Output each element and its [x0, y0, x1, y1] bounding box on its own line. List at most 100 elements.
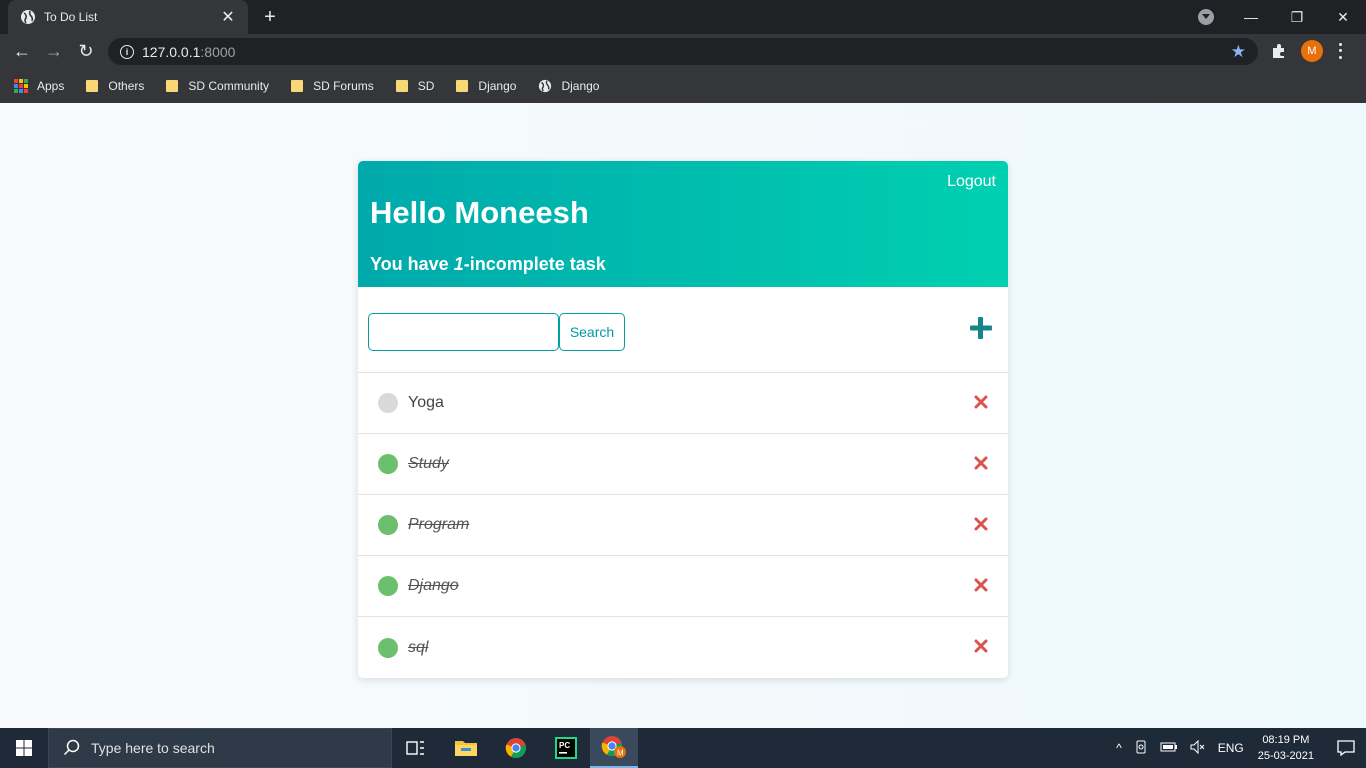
- incomplete-count: 1: [453, 254, 464, 274]
- bookmark-django-site[interactable]: Django: [538, 79, 599, 93]
- new-tab-button[interactable]: +: [258, 5, 282, 29]
- windows-taskbar: Type here to search PC M ^ ENG 08:19 PM …: [0, 728, 1366, 768]
- summary-suffix: -incomplete task: [463, 254, 606, 274]
- search-input[interactable]: [368, 313, 559, 351]
- window-controls: — ❐ ✕: [1228, 0, 1366, 34]
- clock[interactable]: 08:19 PM 25-03-2021: [1258, 732, 1314, 764]
- task-row[interactable]: sql: [358, 617, 1008, 678]
- clock-time: 08:19 PM: [1262, 734, 1310, 746]
- address-port: :8000: [200, 43, 236, 60]
- complete-status-dot[interactable]: [378, 454, 398, 474]
- search-row: Search: [358, 287, 1008, 373]
- globe-icon: [20, 9, 36, 25]
- back-arrow-icon[interactable]: ←: [10, 39, 34, 63]
- meet-now-icon[interactable]: [1134, 740, 1148, 757]
- system-tray: ^ ENG 08:19 PM 25-03-2021: [1110, 728, 1366, 768]
- bookmark-label: Django: [561, 78, 600, 93]
- bookmark-sd-community[interactable]: SD Community: [166, 79, 269, 93]
- browser-tab[interactable]: To Do List ✕: [8, 0, 248, 34]
- summary-prefix: You have: [370, 254, 454, 274]
- taskbar-search-placeholder: Type here to search: [91, 740, 215, 756]
- folder-icon: [395, 79, 408, 92]
- browser-toolbar: ← → ↻ i 127.0.0.1 :8000 ★ M: [0, 34, 1366, 68]
- bookmarks-bar: Apps Others SD Community SD Forums SD Dj…: [0, 68, 1366, 103]
- language-indicator[interactable]: ENG: [1218, 741, 1244, 755]
- minimize-icon[interactable]: —: [1228, 0, 1274, 34]
- volume-muted-icon[interactable]: [1190, 739, 1206, 757]
- site-info-icon[interactable]: i: [120, 44, 134, 59]
- profile-avatar[interactable]: M: [1301, 40, 1323, 62]
- restore-icon[interactable]: ❐: [1274, 0, 1320, 34]
- delete-x-icon[interactable]: [974, 395, 988, 409]
- address-bar[interactable]: i 127.0.0.1 :8000 ★: [108, 38, 1258, 65]
- bookmark-sd-forums[interactable]: SD Forums: [291, 79, 374, 93]
- bookmark-others[interactable]: Others: [86, 79, 144, 93]
- notification-icon[interactable]: [1326, 728, 1366, 768]
- task-row[interactable]: Yoga: [358, 373, 1008, 434]
- chevron-up-icon[interactable]: ^: [1116, 741, 1122, 755]
- task-title[interactable]: Program: [408, 516, 469, 534]
- extensions-puzzle-icon[interactable]: [1270, 42, 1288, 60]
- battery-icon[interactable]: [1160, 741, 1178, 756]
- bookmark-label: SD Forums: [313, 78, 374, 93]
- task-title[interactable]: Django: [408, 577, 459, 595]
- address-host: 127.0.0.1: [142, 43, 201, 60]
- browser-menu-icon[interactable]: [1337, 41, 1343, 61]
- chrome-profile-icon[interactable]: M: [590, 728, 638, 768]
- bookmark-label: SD: [417, 78, 435, 93]
- close-window-icon[interactable]: ✕: [1320, 0, 1366, 34]
- complete-status-dot[interactable]: [378, 637, 398, 658]
- tab-search-icon[interactable]: [1198, 9, 1214, 25]
- search-icon: [63, 739, 80, 756]
- apps-grid-icon: [14, 78, 28, 93]
- delete-x-icon[interactable]: [974, 517, 988, 531]
- search-button[interactable]: Search: [559, 313, 625, 351]
- folder-icon: [291, 79, 304, 92]
- task-title[interactable]: Study: [408, 455, 449, 473]
- task-view-icon[interactable]: [392, 728, 440, 768]
- task-row[interactable]: Study: [358, 434, 1008, 495]
- folder-icon: [86, 79, 99, 92]
- bookmark-django-folder[interactable]: Django: [456, 79, 516, 93]
- page-background: Logout Hello Moneesh You have 1-incomple…: [0, 103, 1366, 728]
- windows-start-icon[interactable]: [0, 728, 48, 768]
- greeting-heading: Hello Moneesh: [370, 195, 589, 230]
- taskbar-search-box[interactable]: Type here to search: [48, 728, 392, 768]
- delete-x-icon[interactable]: [974, 456, 988, 470]
- folder-icon: [456, 79, 469, 92]
- delete-x-icon[interactable]: [974, 578, 988, 592]
- bookmark-label: SD Community: [188, 78, 270, 93]
- folder-icon: [166, 79, 179, 92]
- forward-arrow-icon[interactable]: →: [42, 39, 66, 63]
- svg-text:M: M: [617, 749, 624, 758]
- task-title[interactable]: sql: [408, 639, 428, 657]
- file-explorer-icon[interactable]: [442, 728, 490, 768]
- svg-text:PC: PC: [559, 741, 570, 750]
- bookmark-sd[interactable]: SD: [395, 78, 435, 93]
- task-row[interactable]: Program: [358, 495, 1008, 556]
- close-tab-icon[interactable]: ✕: [220, 7, 236, 27]
- incomplete-status-dot[interactable]: [378, 393, 398, 413]
- pycharm-icon[interactable]: PC: [542, 728, 590, 768]
- incomplete-summary: You have 1-incomplete task: [370, 254, 606, 275]
- todo-card: Logout Hello Moneesh You have 1-incomple…: [358, 161, 1008, 678]
- bookmark-label: Others: [108, 78, 145, 93]
- task-title[interactable]: Yoga: [408, 394, 444, 412]
- task-row[interactable]: Django: [358, 556, 1008, 617]
- globe-icon: [539, 79, 552, 92]
- bookmark-label: Django: [478, 78, 517, 93]
- clock-date: 25-03-2021: [1257, 750, 1314, 762]
- browser-tab-strip: To Do List ✕ + — ❐ ✕: [0, 0, 1366, 34]
- delete-x-icon[interactable]: [974, 639, 988, 653]
- reload-icon[interactable]: ↻: [74, 39, 98, 63]
- card-header: Logout Hello Moneesh You have 1-incomple…: [358, 161, 1008, 287]
- chrome-icon[interactable]: [492, 728, 540, 768]
- tab-title: To Do List: [44, 10, 98, 24]
- complete-status-dot[interactable]: [378, 576, 398, 596]
- bookmark-apps[interactable]: Apps: [14, 78, 65, 93]
- bookmark-star-icon[interactable]: ★: [1231, 42, 1246, 62]
- logout-link[interactable]: Logout: [947, 173, 996, 191]
- complete-status-dot[interactable]: [378, 515, 398, 535]
- bookmark-label: Apps: [37, 78, 65, 93]
- add-task-plus-icon[interactable]: [968, 315, 994, 341]
